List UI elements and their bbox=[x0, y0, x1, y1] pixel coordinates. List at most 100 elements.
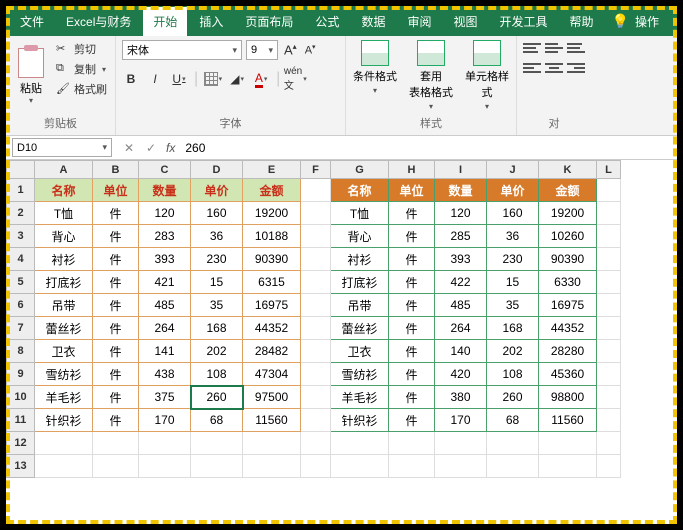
cell[interactable]: 单价 bbox=[487, 179, 539, 202]
cell[interactable]: 6330 bbox=[539, 271, 597, 294]
cell[interactable]: 件 bbox=[389, 363, 435, 386]
row-header[interactable]: 9 bbox=[7, 363, 35, 386]
cell[interactable]: 120 bbox=[435, 202, 487, 225]
cell[interactable]: 35 bbox=[191, 294, 243, 317]
cell[interactable]: 380 bbox=[435, 386, 487, 409]
cell[interactable] bbox=[301, 179, 331, 202]
phonetic-button[interactable]: wén文 bbox=[286, 70, 304, 88]
row-header[interactable]: 3 bbox=[7, 225, 35, 248]
cell[interactable]: 件 bbox=[93, 248, 139, 271]
row-header[interactable]: 6 bbox=[7, 294, 35, 317]
cell[interactable]: 件 bbox=[93, 225, 139, 248]
tab-view[interactable]: 视图 bbox=[443, 7, 487, 36]
cell[interactable] bbox=[389, 455, 435, 478]
cell[interactable]: 16975 bbox=[243, 294, 301, 317]
cell[interactable] bbox=[301, 202, 331, 225]
cell[interactable]: 420 bbox=[435, 363, 487, 386]
cell[interactable]: 羊毛衫 bbox=[331, 386, 389, 409]
row-header[interactable]: 11 bbox=[7, 409, 35, 432]
cell[interactable] bbox=[597, 225, 621, 248]
cell[interactable]: 金额 bbox=[243, 179, 301, 202]
cell[interactable] bbox=[597, 248, 621, 271]
cell[interactable]: 230 bbox=[191, 248, 243, 271]
cell[interactable]: 针织衫 bbox=[331, 409, 389, 432]
cell[interactable] bbox=[597, 409, 621, 432]
cell[interactable]: 单价 bbox=[191, 179, 243, 202]
col-header[interactable]: L bbox=[597, 161, 621, 179]
cell[interactable] bbox=[35, 455, 93, 478]
cell[interactable]: 蕾丝衫 bbox=[331, 317, 389, 340]
cell[interactable]: 背心 bbox=[331, 225, 389, 248]
cell[interactable]: 吊带 bbox=[35, 294, 93, 317]
cell[interactable] bbox=[331, 455, 389, 478]
italic-button[interactable]: I bbox=[146, 70, 164, 88]
conditional-format-button[interactable]: 条件格式 ▾ bbox=[352, 40, 398, 113]
cell[interactable]: 针织衫 bbox=[35, 409, 93, 432]
cell[interactable]: 吊带 bbox=[331, 294, 389, 317]
cell[interactable]: 件 bbox=[389, 202, 435, 225]
cell[interactable]: T恤 bbox=[331, 202, 389, 225]
cell[interactable]: 件 bbox=[389, 225, 435, 248]
cell[interactable] bbox=[597, 455, 621, 478]
cell[interactable]: 件 bbox=[93, 340, 139, 363]
cell[interactable]: 背心 bbox=[35, 225, 93, 248]
col-header[interactable]: A bbox=[35, 161, 93, 179]
cell[interactable]: 108 bbox=[191, 363, 243, 386]
cell[interactable]: 90390 bbox=[539, 248, 597, 271]
cell[interactable] bbox=[243, 455, 301, 478]
bold-button[interactable]: B bbox=[122, 70, 140, 88]
cell[interactable] bbox=[435, 455, 487, 478]
cell[interactable]: 件 bbox=[389, 317, 435, 340]
cell[interactable]: 264 bbox=[139, 317, 191, 340]
align-middle-button[interactable] bbox=[545, 40, 563, 56]
cell[interactable] bbox=[301, 455, 331, 478]
cell[interactable]: 羊毛衫 bbox=[35, 386, 93, 409]
font-name-select[interactable]: 宋体 bbox=[122, 40, 242, 60]
cell[interactable]: 件 bbox=[93, 386, 139, 409]
row-header[interactable]: 12 bbox=[7, 432, 35, 455]
col-header[interactable]: H bbox=[389, 161, 435, 179]
cell[interactable]: 44352 bbox=[243, 317, 301, 340]
cell[interactable]: 件 bbox=[389, 294, 435, 317]
cell[interactable] bbox=[597, 432, 621, 455]
table-format-button[interactable]: 套用 表格格式 ▾ bbox=[408, 40, 454, 113]
cell[interactable]: 393 bbox=[139, 248, 191, 271]
cell[interactable]: 285 bbox=[435, 225, 487, 248]
cell[interactable] bbox=[487, 432, 539, 455]
cell[interactable]: 98800 bbox=[539, 386, 597, 409]
cell[interactable]: 28482 bbox=[243, 340, 301, 363]
cell[interactable]: 375 bbox=[139, 386, 191, 409]
align-center-button[interactable] bbox=[545, 60, 563, 76]
cell-styles-button[interactable]: 单元格样式 ▾ bbox=[464, 40, 510, 113]
cell[interactable] bbox=[597, 271, 621, 294]
cell[interactable]: 168 bbox=[191, 317, 243, 340]
cell[interactable] bbox=[597, 317, 621, 340]
cell[interactable] bbox=[539, 455, 597, 478]
col-header[interactable]: B bbox=[93, 161, 139, 179]
cell[interactable]: 件 bbox=[389, 271, 435, 294]
cell[interactable]: 衬衫 bbox=[35, 248, 93, 271]
tab-review[interactable]: 审阅 bbox=[397, 7, 441, 36]
row-header[interactable]: 5 bbox=[7, 271, 35, 294]
cell[interactable]: 10188 bbox=[243, 225, 301, 248]
cell[interactable]: 11560 bbox=[539, 409, 597, 432]
row-header[interactable]: 13 bbox=[7, 455, 35, 478]
cell[interactable]: 141 bbox=[139, 340, 191, 363]
cell[interactable]: 108 bbox=[487, 363, 539, 386]
cell[interactable]: 金额 bbox=[539, 179, 597, 202]
cell[interactable]: 打底衫 bbox=[35, 271, 93, 294]
cell[interactable] bbox=[597, 294, 621, 317]
tab-file[interactable]: 文件 bbox=[10, 7, 54, 36]
tab-help[interactable]: 帮助 bbox=[560, 7, 604, 36]
lightbulb-icon[interactable]: 💡 bbox=[612, 13, 629, 30]
cell[interactable] bbox=[243, 432, 301, 455]
cell[interactable]: 90390 bbox=[243, 248, 301, 271]
row-header[interactable]: 2 bbox=[7, 202, 35, 225]
cell[interactable]: 雪纺衫 bbox=[331, 363, 389, 386]
row-header[interactable]: 10 bbox=[7, 386, 35, 409]
cell[interactable]: 件 bbox=[93, 409, 139, 432]
cell[interactable]: 422 bbox=[435, 271, 487, 294]
col-header[interactable]: E bbox=[243, 161, 301, 179]
cell[interactable]: 283 bbox=[139, 225, 191, 248]
cell[interactable]: 单位 bbox=[93, 179, 139, 202]
